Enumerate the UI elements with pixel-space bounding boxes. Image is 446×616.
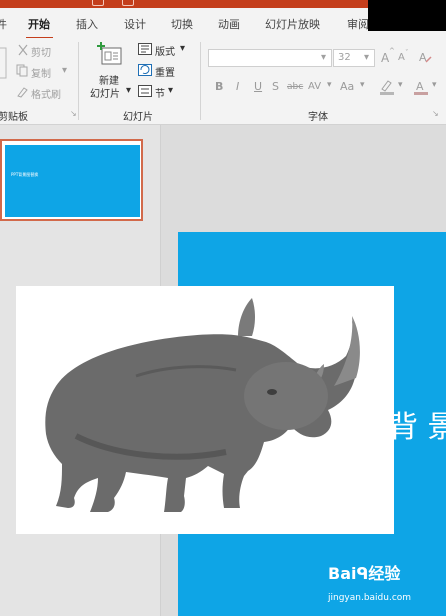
highlight-dropdown-icon[interactable]: ▾ — [398, 80, 403, 90]
rhino-illustration — [45, 298, 360, 512]
tab-home[interactable]: 开始 — [28, 16, 50, 32]
grow-font-icon: ^ — [389, 47, 395, 55]
baidu-watermark: Baiᑫ经验 — [328, 564, 401, 583]
tab-insert[interactable]: 插入 — [76, 16, 98, 32]
format-painter-label[interactable]: 格式刷 — [31, 86, 61, 101]
slides-group-label: 幻灯片 — [123, 112, 153, 123]
separator — [78, 42, 79, 120]
tab-animations[interactable]: 动画 — [218, 16, 240, 32]
font-name-input[interactable]: ▾ — [208, 49, 332, 67]
slide-thumbnail-1[interactable]: PPT背景图替换 — [0, 139, 143, 221]
new-slide-icon[interactable] — [97, 42, 123, 68]
rhino-image[interactable] — [16, 286, 394, 534]
clear-formatting-icon[interactable]: A — [418, 50, 432, 64]
quick-access-icon[interactable] — [122, 0, 134, 6]
char-spacing-button[interactable]: AV — [308, 81, 321, 92]
highlight-icon[interactable] — [379, 79, 395, 95]
tab-file[interactable]: 件 — [0, 16, 7, 32]
format-painter-icon[interactable] — [16, 85, 29, 98]
font-color-dropdown-icon[interactable]: ▾ — [432, 80, 437, 90]
shrink-font-button[interactable]: A — [398, 52, 405, 63]
reset-label[interactable]: 重置 — [155, 64, 175, 79]
clipboard-group-label: 剪贴板 — [0, 112, 28, 123]
thumbnail-slide-background: PPT背景图替换 — [5, 145, 140, 217]
change-case-dropdown-icon[interactable]: ▾ — [360, 80, 365, 90]
bold-button[interactable]: B — [215, 80, 223, 93]
tab-transitions[interactable]: 切换 — [171, 16, 193, 32]
cut-label[interactable]: 剪切 — [31, 44, 51, 59]
section-dropdown-icon[interactable]: ▾ — [168, 85, 173, 96]
font-size-input[interactable]: 32 ▾ — [333, 49, 375, 67]
font-name-dropdown-icon[interactable]: ▾ — [321, 52, 326, 63]
new-slide-label-line2[interactable]: 幻灯片 — [90, 85, 120, 100]
redaction-box — [368, 0, 446, 31]
svg-text:A: A — [416, 80, 424, 93]
italic-button[interactable]: I — [236, 80, 239, 93]
copy-icon[interactable] — [16, 64, 29, 77]
thumbnail-title: PPT背景图替换 — [11, 172, 39, 177]
tab-slideshow[interactable]: 幻灯片放映 — [265, 16, 320, 32]
char-spacing-dropdown-icon[interactable]: ▾ — [327, 80, 332, 90]
svg-text:A: A — [419, 51, 427, 64]
font-color-icon[interactable]: A — [413, 79, 429, 95]
font-size-dropdown-icon[interactable]: ▾ — [364, 52, 369, 63]
copy-label[interactable]: 复制 — [31, 65, 51, 80]
text-shadow-button[interactable]: S — [272, 80, 279, 93]
tab-design[interactable]: 设计 — [124, 16, 146, 32]
change-case-button[interactable]: Aa — [340, 80, 354, 93]
layout-label[interactable]: 版式 — [155, 43, 175, 58]
paste-icon[interactable] — [0, 44, 8, 80]
new-slide-dropdown-icon[interactable]: ▾ — [126, 85, 131, 96]
reset-icon[interactable] — [138, 64, 152, 76]
section-icon[interactable] — [138, 85, 152, 97]
cut-icon[interactable] — [17, 44, 29, 56]
ribbon: 剪切 复制 ▾ 格式刷 剪贴板 ↘ 新建 幻灯片 ▾ 版式 ▾ 重置 节 ▾ 幻… — [0, 38, 446, 125]
quick-access-icon[interactable] — [92, 0, 104, 6]
separator — [200, 42, 201, 120]
shrink-font-icon: ˇ — [405, 49, 409, 57]
underline-button[interactable]: U — [254, 80, 262, 93]
clipboard-launcher-icon[interactable]: ↘ — [70, 109, 77, 118]
strikethrough-button[interactable]: abc — [287, 82, 303, 92]
copy-dropdown-icon[interactable]: ▾ — [62, 65, 67, 76]
font-group-label: 字体 — [308, 112, 328, 123]
layout-icon[interactable] — [138, 43, 152, 55]
slide-title-text[interactable]: 背 景 — [388, 402, 446, 446]
layout-dropdown-icon[interactable]: ▾ — [180, 43, 185, 54]
section-label[interactable]: 节 — [155, 85, 165, 100]
grow-font-button[interactable]: A — [381, 51, 389, 65]
font-size-value: 32 — [338, 52, 351, 63]
baidu-watermark-url: jingyan.baidu.com — [328, 593, 412, 603]
font-launcher-icon[interactable]: ↘ — [432, 109, 439, 118]
tab-review[interactable]: 审阅 — [347, 16, 369, 32]
